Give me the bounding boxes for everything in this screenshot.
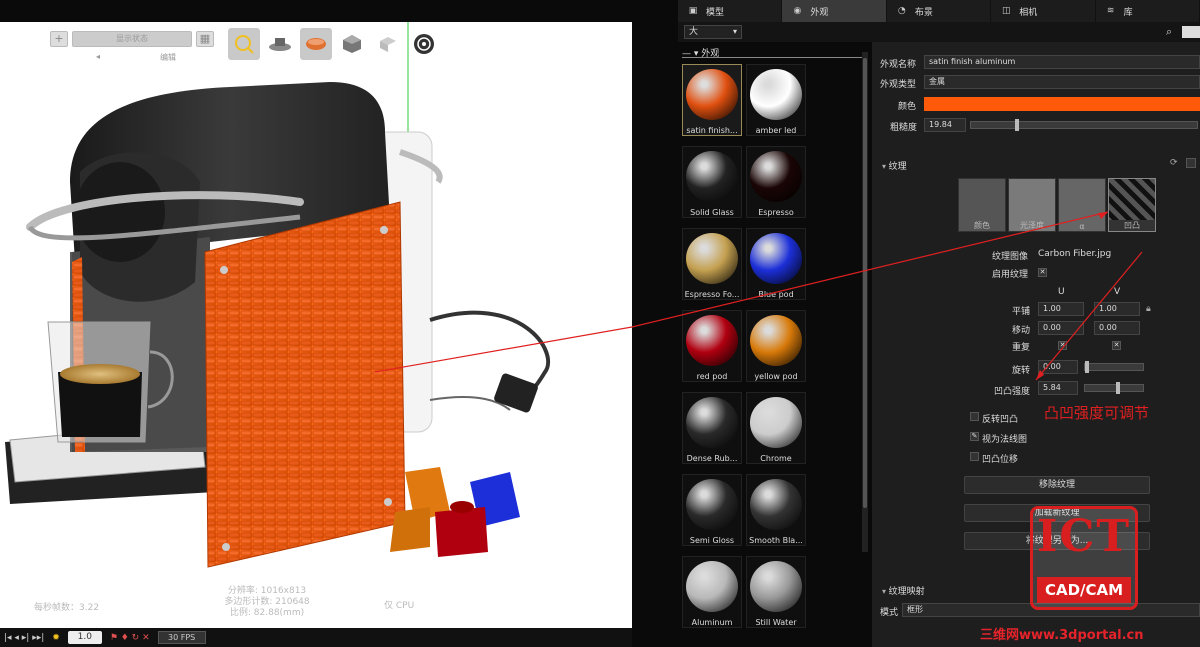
cadcam-label: CAD/CAM (1037, 577, 1131, 603)
app-window: + 显示状态 ▦ ◂ 编辑 ▸ (0, 0, 1200, 647)
bump-annotation-text: 凸凹强度可调节 (1044, 404, 1150, 422)
ict-logo-text: ICT (1036, 511, 1132, 562)
watermark: 三维网www.3dportal.cn (980, 628, 1144, 643)
annotation-overlay (631, 211, 1143, 381)
ict-logo: ICT CAD/CAM (1030, 506, 1138, 610)
